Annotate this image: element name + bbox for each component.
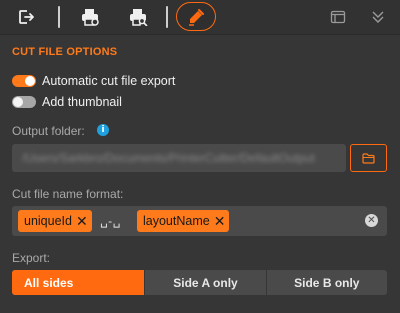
toggle-knob xyxy=(25,76,35,86)
thumbnail-toggle-row[interactable]: Add thumbnail xyxy=(12,95,122,109)
print-preview-button[interactable] xyxy=(116,2,160,31)
remove-token-icon[interactable]: ✕ xyxy=(214,214,226,228)
token-chip[interactable]: uniqueId ✕ xyxy=(18,210,92,232)
print-button[interactable] xyxy=(68,2,112,31)
export-button[interactable] xyxy=(6,2,48,31)
pen-icon xyxy=(189,8,204,26)
export-option-side-a[interactable]: Side A only xyxy=(144,270,265,295)
print-icon xyxy=(82,8,99,26)
output-folder-label: Output folder: xyxy=(12,124,85,138)
auto-export-toggle-row[interactable]: Automatic cut file export xyxy=(12,74,175,88)
window-button[interactable] xyxy=(322,2,354,31)
auto-export-toggle[interactable] xyxy=(12,75,36,87)
remove-token-icon[interactable]: ✕ xyxy=(76,214,88,228)
output-folder-input[interactable]: /Users/Sarkbro/Documents/PrinterCutter/D… xyxy=(12,144,346,172)
cut-options-button[interactable] xyxy=(176,2,216,31)
export-label: Export: xyxy=(12,251,51,265)
token-label: layoutName xyxy=(143,214,210,228)
name-format-label: Cut file name format: xyxy=(12,187,124,201)
toolbar-divider xyxy=(166,6,168,28)
toolbar-divider xyxy=(58,6,60,28)
export-option-side-b[interactable]: Side B only xyxy=(265,270,387,295)
export-segmented-control: All sides Side A only Side B only xyxy=(12,270,387,295)
export-option-all-sides[interactable]: All sides xyxy=(12,270,145,295)
name-format-input[interactable]: uniqueId ✕ ␣-␣ layoutName ✕ ✕ xyxy=(12,206,387,236)
browse-folder-button[interactable] xyxy=(350,144,387,172)
token-label: uniqueId xyxy=(24,214,72,228)
separator-token[interactable]: ␣-␣ xyxy=(100,214,121,228)
folder-icon xyxy=(362,152,375,164)
output-folder-value: /Users/Sarkbro/Documents/PrinterCutter/D… xyxy=(22,151,315,165)
thumbnail-toggle[interactable] xyxy=(12,96,36,108)
section-title: CUT FILE OPTIONS xyxy=(12,46,118,58)
thumbnail-label: Add thumbnail xyxy=(42,95,122,109)
token-chip[interactable]: layoutName ✕ xyxy=(137,210,230,232)
auto-export-label: Automatic cut file export xyxy=(42,74,176,88)
collapse-button[interactable] xyxy=(362,2,394,31)
window-icon xyxy=(330,10,346,23)
clear-icon[interactable]: ✕ xyxy=(365,214,378,227)
print-search-icon xyxy=(130,8,148,26)
chevron-double-down-icon xyxy=(372,11,384,23)
toolbar xyxy=(0,0,400,35)
toggle-knob xyxy=(13,97,23,107)
export-icon xyxy=(19,9,34,24)
info-icon[interactable]: i xyxy=(97,124,109,136)
